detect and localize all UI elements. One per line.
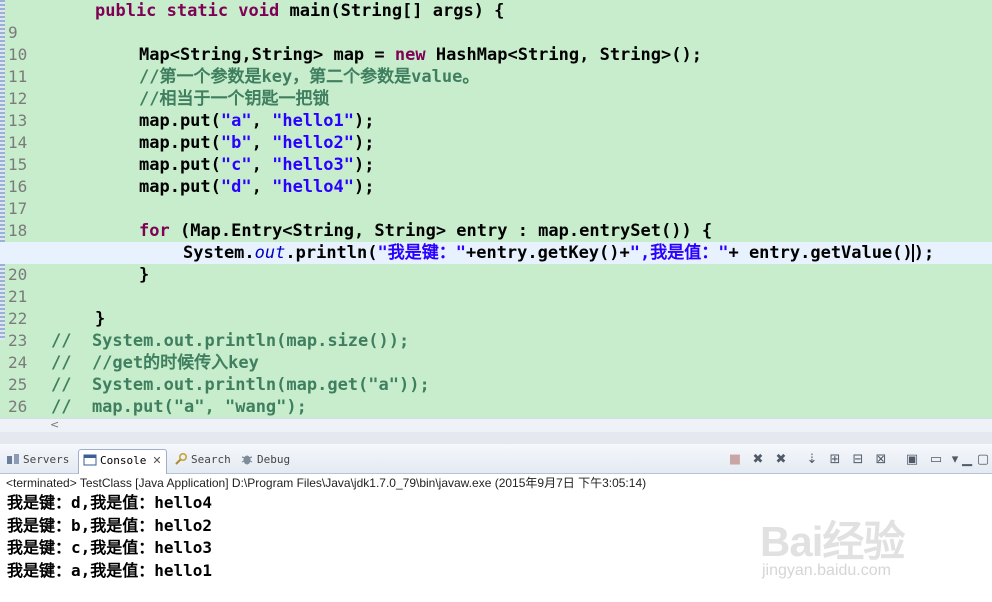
code-line[interactable]: 25 // //get的时候传入key (0, 352, 992, 394)
code-string: "我是键：" (377, 243, 466, 263)
code-text: , (251, 177, 273, 197)
watermark-brand: Bai经验 (760, 518, 905, 565)
code-line[interactable]: 16 map.put("c", "hello3"); (0, 154, 992, 196)
code-string: "a" (220, 111, 252, 131)
code-line[interactable]: 17 map.put("d", "hello4"); (0, 176, 992, 218)
code-text: ); (353, 133, 375, 153)
code-line[interactable]: 13 //相当于一个钥匙一把锁 (0, 88, 992, 130)
code-text: , (251, 155, 273, 175)
console-tab-bar: Servers Console ✕ Search Debug ■ ✖ ✖ ⇣ ⊞ … (0, 444, 992, 474)
scroll-lock-icon[interactable]: ⇣ (803, 452, 821, 468)
display-console-icon[interactable]: ▭ (927, 452, 945, 468)
remove-launch-icon[interactable]: ✖ (749, 452, 767, 468)
code-text: map.put( (139, 133, 221, 153)
code-string: ",我是值：" (629, 243, 729, 263)
word-wrap-icon[interactable]: ⊟ (849, 452, 867, 468)
code-comment: // System.out.println(map.size()); (51, 331, 410, 351)
code-text: System. (183, 243, 255, 263)
close-icon[interactable]: ✕ (152, 454, 161, 467)
code-keyword: new (394, 45, 426, 65)
tab-servers-label: Servers (23, 453, 70, 466)
code-text: ); (353, 155, 375, 175)
code-line[interactable]: 12 //第一个参数是key，第二个参数是value。 (0, 66, 992, 108)
code-text: , (251, 111, 273, 131)
code-line[interactable]: 10 (0, 22, 992, 64)
code-line[interactable]: 14 map.put("a", "hello1"); (0, 110, 992, 152)
tab-search[interactable]: Search (170, 449, 235, 474)
code-comment: // map.put("a", "wang"); (51, 397, 307, 417)
scroll-left-icon[interactable]: < (50, 418, 59, 431)
tab-console[interactable]: Console ✕ (78, 449, 167, 474)
code-comment: //第一个参数是key，第二个参数是value。 (139, 67, 480, 87)
code-comment: // System.out.println(map.get("a")); (51, 375, 430, 395)
tab-debug[interactable]: Debug (236, 449, 294, 474)
code-line[interactable]: 23 } (0, 308, 992, 350)
code-line[interactable]: 9 public static void main(String[] args)… (0, 0, 992, 42)
code-text: .println( (285, 243, 378, 263)
code-string: "hello3" (272, 155, 354, 175)
code-text: ); (913, 243, 935, 263)
code-line[interactable]: 22 (0, 286, 992, 328)
code-text: ); (353, 111, 375, 131)
code-comment: //相当于一个钥匙一把锁 (139, 89, 330, 109)
code-line[interactable]: 19 for (Map.Entry<String, String> entry … (0, 220, 992, 262)
code-text: +entry.getKey()+ (465, 243, 630, 263)
code-line[interactable]: 15 map.put("b", "hello2"); (0, 132, 992, 174)
code-line-current[interactable]: 20 System.out.println("我是键："+entry.getKe… (0, 242, 992, 284)
code-string: "b" (220, 133, 252, 153)
maximize-icon[interactable]: ▢ (974, 452, 992, 468)
code-field: out (254, 243, 286, 263)
code-keyword: public static void (95, 1, 280, 21)
code-text: map.put( (139, 111, 221, 131)
code-string: "c" (220, 155, 252, 175)
code-text: , (251, 133, 273, 153)
code-string: "d" (220, 177, 252, 197)
tab-console-label: Console (100, 454, 147, 467)
code-line[interactable]: 18 (0, 198, 992, 240)
code-text: HashMap<String, String>(); (425, 45, 702, 65)
remove-all-icon[interactable]: ✖ (772, 452, 790, 468)
clear-console-icon[interactable]: ⊠ (872, 452, 890, 468)
code-comment: // //get的时候传入key (51, 353, 259, 373)
code-text: Map<String,String> map = (139, 45, 395, 65)
code-line[interactable]: 11 Map<String,String> map = new HashMap<… (0, 44, 992, 86)
terminate-icon[interactable]: ■ (726, 452, 744, 468)
tab-search-label: Search (191, 453, 231, 466)
code-string: "hello4" (272, 177, 354, 197)
debug-icon (241, 455, 253, 465)
code-line[interactable]: 27 // map.put("a", "wang"); (0, 396, 992, 418)
code-editor[interactable]: 9 public static void main(String[] args)… (0, 0, 992, 418)
code-text: } (95, 309, 106, 329)
view-separator (0, 432, 992, 444)
code-text: map.put( (139, 177, 221, 197)
code-string: "hello1" (272, 111, 354, 131)
code-keyword: for (139, 221, 170, 241)
open-console-icon[interactable]: ▣ (903, 452, 921, 468)
console-icon (83, 454, 97, 466)
code-text: } (139, 265, 150, 285)
code-text: (Map.Entry<String, String> entry : map.e… (169, 221, 713, 241)
horizontal-scrollbar[interactable]: < (0, 418, 992, 432)
code-string: "hello2" (272, 133, 354, 153)
code-text: + entry.getValue() (728, 243, 913, 263)
pin-console-icon[interactable]: ⊞ (826, 452, 844, 468)
tab-servers[interactable]: Servers (2, 449, 73, 474)
code-line[interactable]: 26 // System.out.println(map.get("a")); (0, 374, 992, 416)
code-text: main(String[] args) { (279, 1, 505, 21)
search-icon (175, 452, 188, 465)
code-text: map.put( (139, 155, 221, 175)
code-line[interactable]: 24 // System.out.println(map.size()); (0, 330, 992, 372)
code-text: ); (353, 177, 375, 197)
console-status-line: <terminated> TestClass [Java Application… (0, 474, 992, 492)
code-line[interactable]: 21 } (0, 264, 992, 306)
watermark-site: jingyan.baidu.com (762, 562, 891, 579)
servers-icon (7, 454, 19, 464)
tab-debug-label: Debug (257, 453, 291, 466)
baidu-jingyan-watermark: Bai经验 jingyan.baidu.com (760, 508, 960, 588)
